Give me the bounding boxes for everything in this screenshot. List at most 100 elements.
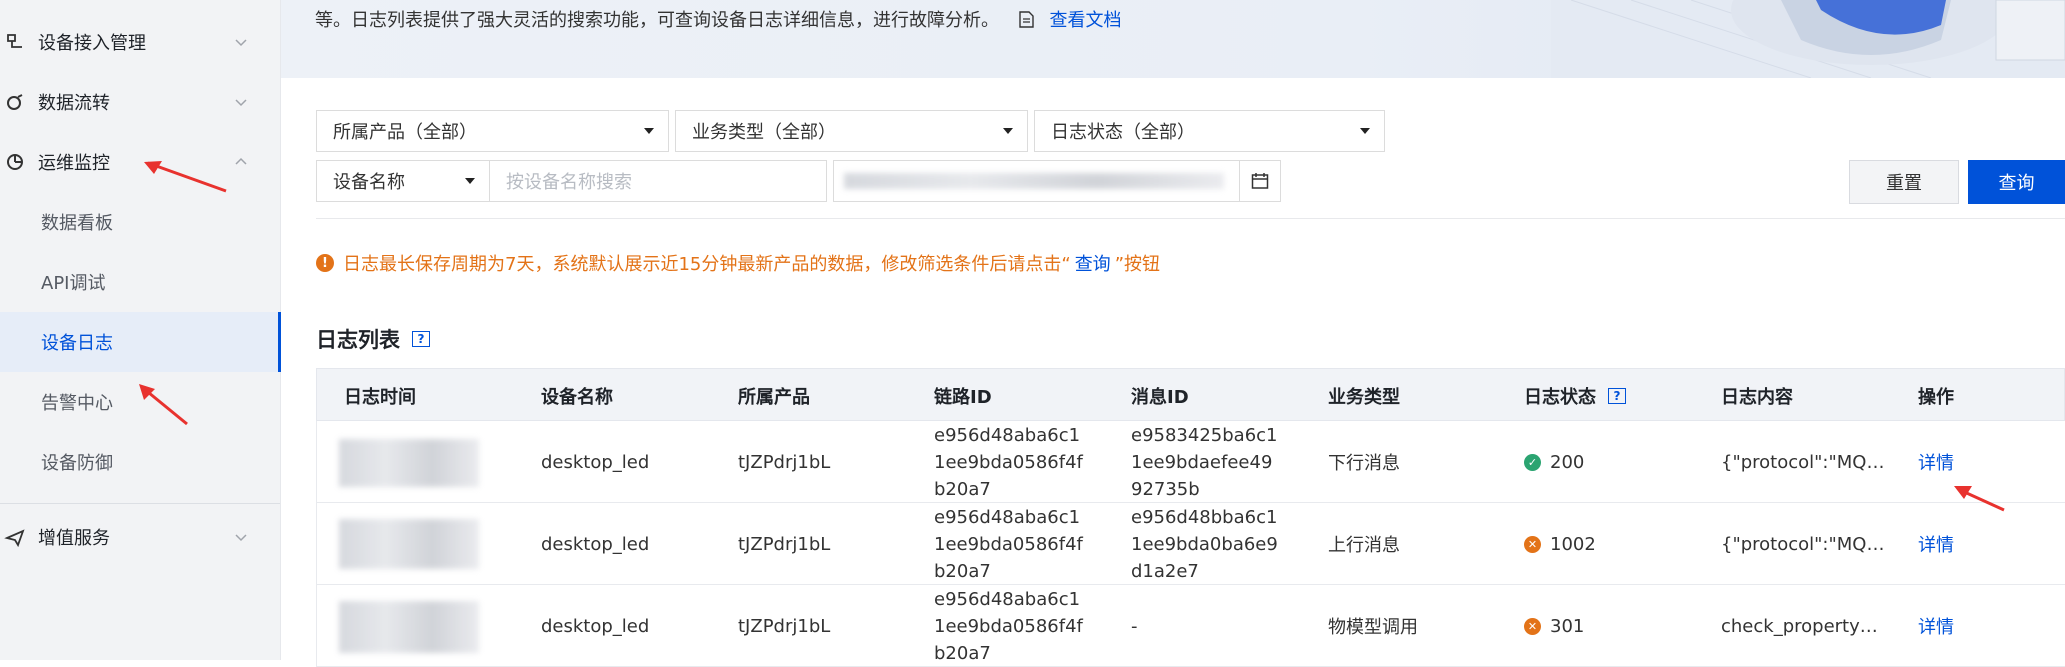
status-code: 200 <box>1550 451 1585 473</box>
sidebar-item-label: 设备日志 <box>41 333 113 354</box>
sidebar-item-label: 设备防御 <box>41 453 113 474</box>
column-header-time: 日志时间 <box>344 386 416 408</box>
table-row: desktop_led tJZPdrj1bL e956d48aba6c11ee9… <box>316 585 2065 667</box>
error-x-icon: ✕ <box>1524 535 1541 553</box>
column-header-message-id: 消息ID <box>1131 386 1189 408</box>
sidebar: 设备接入管理 数据流转 运维监控 数据看板 API调试 设备日志 告警中心 设备… <box>0 0 281 660</box>
search-field-select-value: 设备名称 <box>333 172 405 193</box>
cell-business-type: 下行消息 <box>1328 453 1400 474</box>
success-check-icon: ✓ <box>1524 453 1541 471</box>
calendar-icon[interactable] <box>1239 161 1280 201</box>
cell-business-type: 上行消息 <box>1328 535 1400 556</box>
sidebar-item-dashboard[interactable]: 数据看板 <box>0 192 280 252</box>
status-code: 1002 <box>1550 533 1596 555</box>
redacted-date-range <box>844 173 1224 189</box>
notice-text: 日志最长保存周期为7天，系统默认展示近15分钟最新产品的数据，修改筛选条件后请点… <box>343 254 1071 275</box>
sidebar-item-label: 增值服务 <box>38 528 110 549</box>
retention-notice: ! 日志最长保存周期为7天，系统默认展示近15分钟最新产品的数据，修改筛选条件后… <box>316 250 1160 276</box>
sidebar-item-value-service[interactable]: 增值服务 <box>0 507 280 567</box>
sidebar-item-device-access[interactable]: 设备接入管理 <box>0 12 280 72</box>
caret-down-icon <box>644 128 654 134</box>
column-header-device: 设备名称 <box>541 386 613 408</box>
notice-text-end: ”按钮 <box>1114 254 1161 275</box>
sidebar-item-label: 告警中心 <box>41 393 113 414</box>
filter-divider <box>316 218 2065 219</box>
caret-down-icon <box>1003 128 1013 134</box>
banner-illustration <box>1551 0 2065 78</box>
cell-product: tJZPdrj1bL <box>738 533 831 555</box>
redacted-log-time <box>339 439 479 487</box>
log-status-select[interactable]: 日志状态（全部） <box>1034 110 1385 152</box>
cell-content: {"protocol":"MQ… <box>1721 451 1885 473</box>
cell-message-id: e956d48bba6c11ee9bda0ba6e9d1a2e7 <box>1131 506 1278 582</box>
sidebar-item-label: 数据看板 <box>41 213 113 234</box>
search-field-select[interactable]: 设备名称 <box>316 160 490 202</box>
annotation-arrow-icon <box>1954 486 2005 512</box>
business-type-select[interactable]: 业务类型（全部） <box>675 110 1028 152</box>
sidebar-item-device-log[interactable]: 设备日志 <box>0 312 281 372</box>
log-list-title: 日志列表 ? <box>316 324 430 354</box>
chevron-up-icon <box>235 157 247 165</box>
sidebar-item-api-debug[interactable]: API调试 <box>0 252 280 312</box>
chevron-down-icon <box>235 534 247 542</box>
cell-link-id: e956d48aba6c11ee9bda0586f4fb20a7 <box>934 506 1083 582</box>
caret-down-icon <box>465 178 475 184</box>
cell-link-id: e956d48aba6c11ee9bda0586f4fb20a7 <box>934 588 1083 664</box>
device-access-icon <box>7 34 22 48</box>
device-name-search-input[interactable]: 按设备名称搜索 <box>489 160 827 202</box>
product-select[interactable]: 所属产品（全部） <box>316 110 669 152</box>
reset-button[interactable]: 重置 <box>1849 160 1959 204</box>
column-header-link-id: 链路ID <box>934 386 992 408</box>
cell-product: tJZPdrj1bL <box>738 451 831 473</box>
cell-device: desktop_led <box>541 451 650 473</box>
cell-message-id: - <box>1131 615 1138 637</box>
help-icon[interactable]: ? <box>412 331 430 347</box>
notice-query-link[interactable]: 查询 <box>1075 250 1111 276</box>
monitor-icon <box>7 154 23 170</box>
annotation-arrow-icon <box>139 384 188 426</box>
chevron-down-icon <box>235 99 247 107</box>
view-docs-link[interactable]: 查看文档 <box>1049 10 1121 31</box>
intro-banner: 等。日志列表提供了强大灵活的搜索功能，可查询设备日志详细信息，进行故障分析。 查… <box>281 0 2065 78</box>
detail-link[interactable]: 详情 <box>1918 585 1954 667</box>
help-icon[interactable]: ? <box>1608 387 1626 404</box>
value-service-icon <box>4 529 25 548</box>
cell-device: desktop_led <box>541 533 650 555</box>
column-header-content: 日志内容 <box>1721 386 1793 408</box>
cell-link-id: e956d48aba6c11ee9bda0586f4fb20a7 <box>934 424 1083 500</box>
cell-content: {"protocol":"MQ… <box>1721 533 1885 555</box>
log-list-title-text: 日志列表 <box>316 328 400 352</box>
cell-product: tJZPdrj1bL <box>738 615 831 637</box>
status-code: 301 <box>1550 615 1585 637</box>
cell-log-status: ✓ 200 <box>1524 421 1584 503</box>
sidebar-item-label: 运维监控 <box>38 153 110 174</box>
redacted-log-time <box>339 601 479 653</box>
cell-content: check_property… <box>1721 615 1878 637</box>
annotation-arrow-icon <box>144 161 227 193</box>
warning-icon: ! <box>316 254 334 272</box>
document-icon <box>1019 11 1034 28</box>
table-header: 日志时间 设备名称 所属产品 链路ID 消息ID 业务类型 日志状态 ? 日志内… <box>316 368 2065 421</box>
date-range-picker[interactable] <box>833 160 1281 202</box>
column-header-action: 操作 <box>1918 386 1954 408</box>
banner-text: 等。日志列表提供了强大灵活的搜索功能，可查询设备日志详细信息，进行故障分析。 <box>315 10 999 31</box>
business-type-select-value: 业务类型（全部） <box>692 122 836 143</box>
error-x-icon: ✕ <box>1524 617 1541 635</box>
sidebar-divider <box>0 503 280 504</box>
chevron-down-icon <box>235 39 247 47</box>
cell-business-type: 物模型调用 <box>1328 617 1418 638</box>
sidebar-item-label: 数据流转 <box>38 93 110 114</box>
detail-link[interactable]: 详情 <box>1918 421 1954 503</box>
column-header-log-status: 日志状态 ? <box>1524 369 1626 422</box>
sidebar-item-device-defense[interactable]: 设备防御 <box>0 432 280 492</box>
sidebar-item-data-flow[interactable]: 数据流转 <box>0 72 280 132</box>
detail-link[interactable]: 详情 <box>1918 503 1954 585</box>
caret-down-icon <box>1360 128 1370 134</box>
query-button[interactable]: 查询 <box>1968 160 2065 204</box>
table-row: desktop_led tJZPdrj1bL e956d48aba6c11ee9… <box>316 421 2065 503</box>
log-status-select-value: 日志状态（全部） <box>1051 122 1195 143</box>
column-header-business-type: 业务类型 <box>1328 386 1400 408</box>
banner-description: 等。日志列表提供了强大灵活的搜索功能，可查询设备日志详细信息，进行故障分析。 查… <box>315 6 1121 32</box>
cell-device: desktop_led <box>541 615 650 637</box>
sidebar-item-label: 设备接入管理 <box>38 33 146 54</box>
